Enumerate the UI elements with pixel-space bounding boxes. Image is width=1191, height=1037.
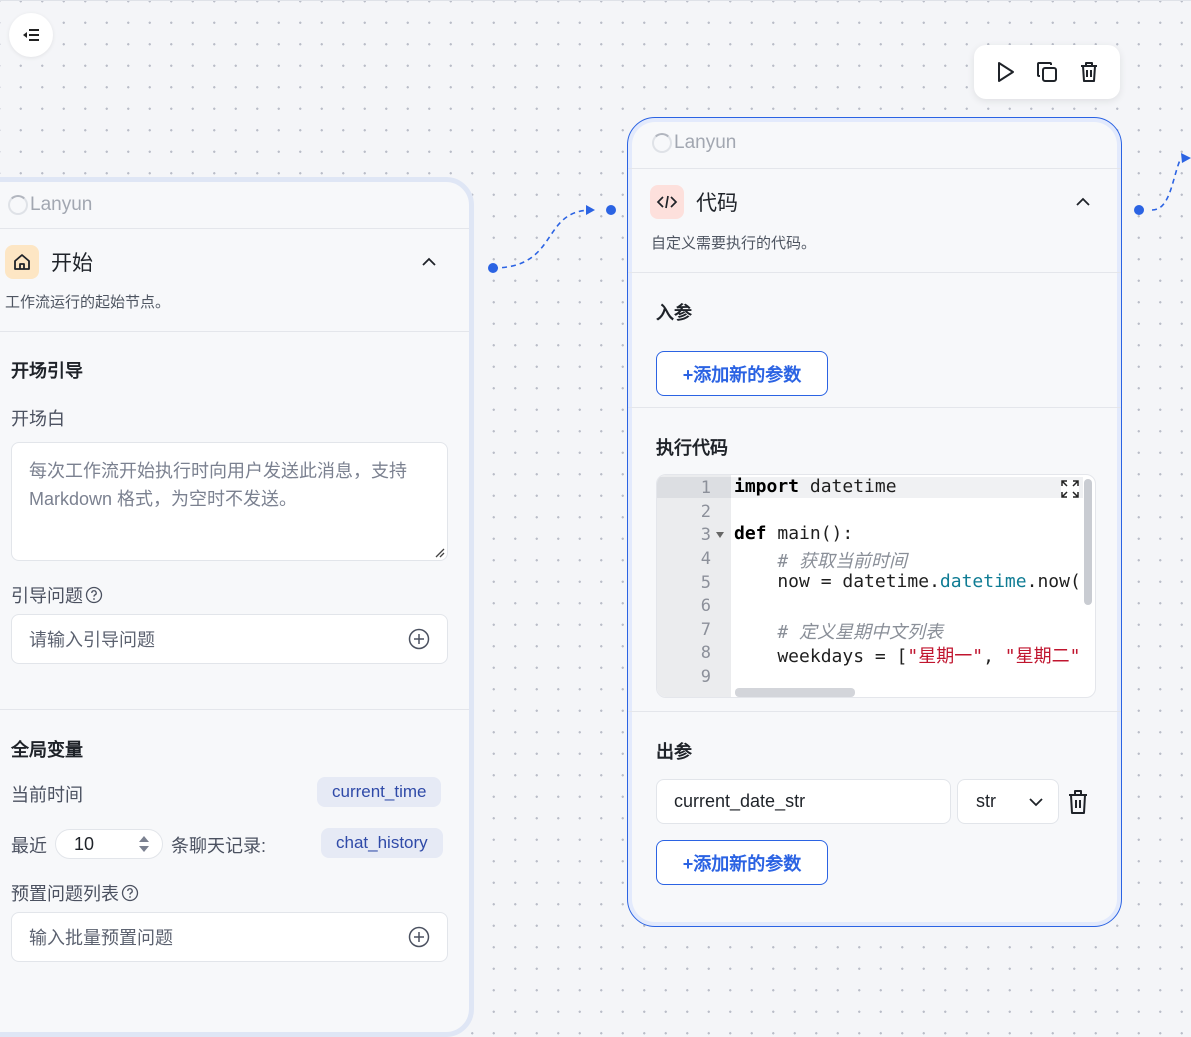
code-line: weekdays = ["星期一", "星期二" xyxy=(734,646,1081,667)
output-type-value: str xyxy=(976,791,996,811)
recent-label: 最近 xyxy=(11,836,47,856)
node-description: 工作流运行的起始节点。 xyxy=(5,294,171,311)
chevron-down-icon xyxy=(1029,797,1043,806)
fullscreen-icon[interactable] xyxy=(1061,480,1079,498)
preset-label-row: 预置问题列表 xyxy=(11,880,139,906)
chevron-up-icon[interactable] xyxy=(1075,197,1091,207)
start-node-brand: Lanyun xyxy=(0,182,469,228)
output-name-input[interactable]: current_date_str xyxy=(656,779,951,824)
node-title: 开始 xyxy=(51,252,93,275)
code-editor[interactable]: 1 2 3 4 5 6 7 8 9 import datetime def ma… xyxy=(656,474,1096,698)
current-time-var-tag: current_time xyxy=(317,777,442,807)
play-icon xyxy=(997,62,1014,82)
node-toolbar xyxy=(974,45,1120,99)
horizontal-scrollbar[interactable] xyxy=(735,688,855,697)
code-text-area[interactable]: import datetime def main(): # 获取当前时间 now… xyxy=(731,475,1083,697)
resize-handle-icon[interactable] xyxy=(434,547,445,558)
add-circle-icon[interactable] xyxy=(408,926,430,948)
node-description: 自定义需要执行的代码。 xyxy=(651,235,817,252)
trash-icon xyxy=(1080,62,1097,82)
opening-placeholder: 每次工作流开始执行时向用户发送此消息，支持 Markdown 格式，为空时不发送… xyxy=(29,461,407,509)
line-number: 3 xyxy=(700,525,711,545)
line-number: 4 xyxy=(700,549,711,569)
code-line: now = datetime.datetime.now() xyxy=(734,571,1083,592)
chat-records-label: 条聊天记录: xyxy=(171,836,267,856)
code-node-brand: Lanyun xyxy=(628,118,1121,168)
code-section-title: 执行代码 xyxy=(656,438,728,458)
line-number: 8 xyxy=(700,643,711,663)
run-button[interactable] xyxy=(990,56,1022,88)
recent-count-stepper[interactable]: 10 xyxy=(55,829,163,859)
guide-placeholder: 请输入引导问题 xyxy=(29,630,155,650)
preset-label: 预置问题列表 xyxy=(11,884,119,904)
line-number: 5 xyxy=(700,573,711,593)
line-number: 2 xyxy=(700,502,711,522)
preset-placeholder: 输入批量预置问题 xyxy=(29,928,173,948)
trash-icon[interactable] xyxy=(1067,789,1089,815)
node-title: 代码 xyxy=(696,192,738,215)
input-section-title: 入参 xyxy=(656,303,692,323)
guide-label-row: 引导问题 xyxy=(11,582,103,608)
help-icon[interactable] xyxy=(121,884,139,902)
add-circle-icon[interactable] xyxy=(408,628,430,650)
loading-icon xyxy=(8,195,28,215)
vertical-scrollbar[interactable] xyxy=(1084,479,1092,605)
opening-textarea[interactable]: 每次工作流开始执行时向用户发送此消息，支持 Markdown 格式，为空时不发送… xyxy=(11,442,448,561)
output-type-select[interactable]: str xyxy=(957,779,1059,824)
code-comment: # 定义星期中文列表 xyxy=(734,622,944,643)
code-node-header: 代码 xyxy=(628,169,1121,219)
preset-input[interactable]: 输入批量预置问题 xyxy=(11,912,448,962)
copy-icon xyxy=(1037,62,1057,82)
brand-text: Lanyun xyxy=(674,132,737,153)
line-number: 7 xyxy=(700,620,711,640)
add-output-param-button[interactable]: +添加新的参数 xyxy=(656,840,828,885)
code-comment: # 获取当前时间 xyxy=(734,551,908,572)
code-node[interactable]: Lanyun 代码 自定义需要执行的代码。 入参 +添加新的参数 执行代码 1 … xyxy=(627,117,1122,927)
start-node-header: 开始 xyxy=(0,229,469,279)
home-icon xyxy=(5,245,39,279)
chat-history-var-tag: chat_history xyxy=(321,828,443,858)
line-number: 6 xyxy=(700,596,711,616)
chevron-up-icon[interactable] xyxy=(421,257,437,267)
opening-section-title: 开场引导 xyxy=(11,361,83,381)
recent-count-value: 10 xyxy=(74,833,95,854)
copy-button[interactable] xyxy=(1031,56,1063,88)
delete-button[interactable] xyxy=(1073,56,1105,88)
guide-input[interactable]: 请输入引导问题 xyxy=(11,614,448,664)
line-number: 1 xyxy=(700,478,711,498)
stepper-arrows-icon[interactable] xyxy=(138,832,150,856)
loading-icon xyxy=(652,133,672,153)
output-section-title: 出参 xyxy=(656,742,692,762)
opening-label: 开场白 xyxy=(11,409,65,429)
add-input-param-button[interactable]: +添加新的参数 xyxy=(656,351,828,396)
code-icon xyxy=(650,185,684,219)
code-line: import datetime xyxy=(734,476,897,497)
brand-text: Lanyun xyxy=(30,194,93,215)
code-line: def main(): xyxy=(734,523,854,544)
global-section-title: 全局变量 xyxy=(11,740,83,760)
fold-arrow-icon[interactable] xyxy=(716,532,724,538)
line-number: 9 xyxy=(700,667,711,687)
help-icon[interactable] xyxy=(85,586,103,604)
current-time-label: 当前时间 xyxy=(11,785,83,805)
output-name-value: current_date_str xyxy=(674,791,806,811)
guide-label: 引导问题 xyxy=(11,586,83,606)
start-node[interactable]: Lanyun 开始 工作流运行的起始节点。 开场引导 开场白 每次工作流开始执行… xyxy=(0,177,474,1037)
